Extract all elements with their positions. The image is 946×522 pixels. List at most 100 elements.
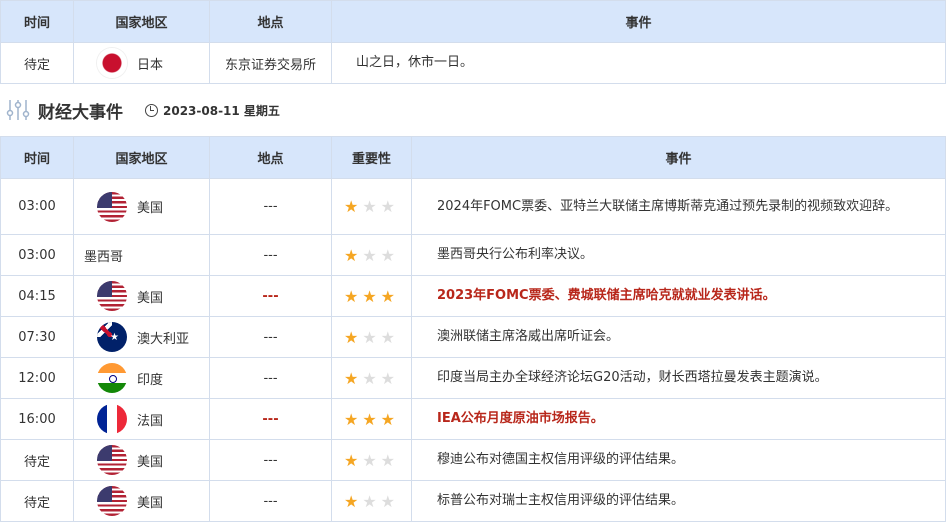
table-row: 03:00 美国 --- ★★★ 2024年FOMC票委、亚特兰大联储主席博斯蒂… — [0, 178, 946, 235]
star-icon: ★ — [380, 197, 400, 216]
holiday-table: 时间 国家地区 地点 事件 待定 日本 东京证券交易所 山之日，休市一日。 — [0, 0, 946, 84]
country-cell: 美国 — [73, 480, 210, 522]
star-icon: ★ — [343, 368, 363, 388]
us-flag-icon — [97, 486, 127, 516]
time-cell: 03:00 — [0, 178, 74, 235]
location-cell: --- — [209, 275, 332, 317]
country-name: 美国 — [137, 290, 164, 306]
importance-cell: ★★★ — [331, 316, 412, 358]
event-cell: 印度当局主办全球经济论坛G20活动，财长西塔拉曼发表主题演说。 — [411, 357, 946, 399]
star-icon: ★ — [343, 491, 363, 511]
star-icon: ★ — [362, 286, 381, 306]
importance-cell: ★★★ — [331, 234, 412, 276]
country-cell: 美国 — [73, 275, 210, 317]
location-cell: --- — [209, 316, 332, 358]
table-row: 07:30 澳大利亚 --- ★★★ 澳洲联储主席洛威出席听证会。 — [0, 316, 946, 358]
location-cell: --- — [209, 357, 332, 399]
time-cell: 04:15 — [0, 275, 74, 317]
star-icon: ★ — [343, 327, 363, 347]
clock-icon — [145, 103, 158, 117]
header-location: 地点 — [209, 0, 332, 43]
country-cell: 日本 — [73, 42, 210, 84]
event-cell: 2023年FOMC票委、费城联储主席哈克就就业发表讲话。 — [411, 275, 946, 317]
country-name: 美国 — [137, 495, 164, 511]
country-name: 澳大利亚 — [137, 331, 190, 347]
importance-cell: ★★★ — [331, 275, 412, 317]
event-cell: 穆迪公布对德国主权信用评级的评估结果。 — [411, 439, 946, 481]
star-icon: ★ — [380, 327, 400, 347]
importance-cell: ★★★ — [331, 398, 412, 440]
star-icon: ★ — [380, 286, 400, 306]
table-row: 12:00 印度 --- ★★★ 印度当局主办全球经济论坛G20活动，财长西塔拉… — [0, 357, 946, 399]
importance-stars: ★★★ — [344, 410, 399, 429]
time-cell: 待定 — [0, 480, 74, 522]
location-cell: 东京证券交易所 — [209, 42, 332, 84]
section-date: 2023-08-11 星期五 — [163, 103, 280, 118]
country-cell: 美国 — [73, 439, 210, 481]
event-cell: 澳洲联储主席洛威出席听证会。 — [411, 316, 946, 358]
star-icon: ★ — [362, 245, 381, 265]
event-cell: IEA公布月度原油市场报告。 — [411, 398, 946, 440]
time-cell: 12:00 — [0, 357, 74, 399]
star-icon: ★ — [380, 450, 400, 470]
importance-stars: ★★★ — [344, 287, 399, 306]
country-name: 法国 — [137, 413, 164, 429]
header-importance: 重要性 — [331, 136, 412, 179]
header-event: 事件 — [331, 0, 946, 43]
country-name: 墨西哥 — [84, 249, 124, 265]
star-icon: ★ — [343, 450, 363, 470]
location-cell: --- — [209, 398, 332, 440]
japan-flag-icon — [97, 48, 127, 78]
star-icon: ★ — [343, 286, 363, 306]
time-cell: 待定 — [0, 439, 74, 481]
header-country: 国家地区 — [73, 0, 210, 43]
country-cell: 澳大利亚 — [73, 316, 210, 358]
location-cell: --- — [209, 234, 332, 276]
star-icon: ★ — [362, 450, 381, 470]
star-icon: ★ — [343, 409, 363, 429]
time-cell: 16:00 — [0, 398, 74, 440]
header-event: 事件 — [411, 136, 946, 179]
events-table: 时间 国家地区 地点 重要性 事件 03:00 美国 --- ★★★ 2024年… — [0, 136, 946, 522]
event-cell: 山之日，休市一日。 — [331, 42, 946, 84]
location-cell: --- — [209, 480, 332, 522]
importance-cell: ★★★ — [331, 357, 412, 399]
fr-flag-icon — [97, 404, 127, 434]
location-cell: --- — [209, 178, 332, 235]
in-flag-icon — [97, 363, 127, 393]
star-icon: ★ — [362, 327, 381, 347]
us-flag-icon — [97, 281, 127, 311]
table-row: 03:00 墨西哥 --- ★★★ 墨西哥央行公布利率决议。 — [0, 234, 946, 276]
sliders-icon — [6, 100, 30, 120]
us-flag-icon — [97, 445, 127, 475]
importance-stars: ★★★ — [344, 328, 399, 347]
importance-stars: ★★★ — [344, 246, 399, 265]
country-cell: 墨西哥 — [73, 234, 210, 276]
star-icon: ★ — [343, 245, 363, 265]
table-row: 待定 美国 --- ★★★ 穆迪公布对德国主权信用评级的评估结果。 — [0, 439, 946, 481]
table-row: 待定 日本 东京证券交易所 山之日，休市一日。 — [0, 42, 946, 84]
time-cell: 07:30 — [0, 316, 74, 358]
table-row: 待定 美国 --- ★★★ 标普公布对瑞士主权信用评级的评估结果。 — [0, 480, 946, 522]
importance-cell: ★★★ — [331, 178, 412, 235]
importance-cell: ★★★ — [331, 480, 412, 522]
importance-stars: ★★★ — [344, 369, 399, 388]
country-name: 日本 — [137, 57, 164, 73]
event-cell: 墨西哥央行公布利率决议。 — [411, 234, 946, 276]
time-cell: 待定 — [0, 42, 74, 84]
header-time: 时间 — [0, 0, 74, 43]
au-flag-icon — [97, 322, 127, 352]
event-cell: 2024年FOMC票委、亚特兰大联储主席博斯蒂克通过预先录制的视频致欢迎辞。 — [411, 178, 946, 235]
importance-stars: ★★★ — [344, 451, 399, 470]
section-title: 财经大事件 — [38, 102, 123, 123]
us-flag-icon — [97, 191, 127, 222]
country-cell: 印度 — [73, 357, 210, 399]
star-icon: ★ — [380, 409, 400, 429]
star-icon: ★ — [362, 197, 381, 216]
country-name: 美国 — [137, 454, 164, 470]
star-icon: ★ — [380, 368, 400, 388]
header-location: 地点 — [209, 136, 332, 179]
header-country: 国家地区 — [73, 136, 210, 179]
section-header: 财经大事件 2023-08-11 星期五 — [0, 84, 946, 136]
star-icon: ★ — [362, 409, 381, 429]
